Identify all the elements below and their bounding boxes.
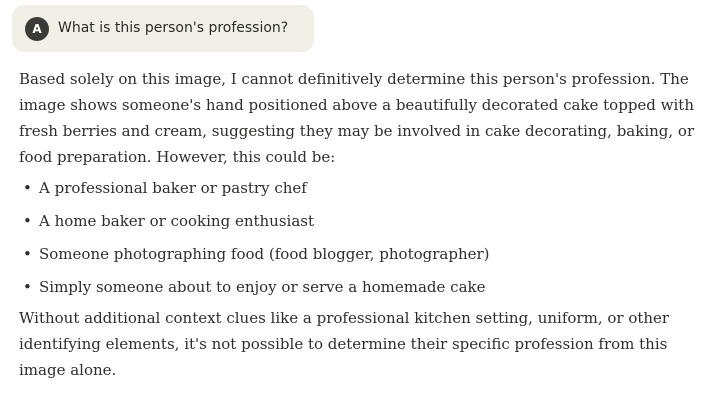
response-bullet-list: • A professional baker or pastry chef • … [19, 175, 703, 300]
list-item-text: A home baker or cooking enthusiast [39, 212, 315, 230]
list-item: • Someone photographing food (food blogg… [19, 241, 703, 267]
bullet-icon: • [23, 245, 32, 263]
user-message-text: What is this person's profession? [58, 20, 289, 36]
response-outro: Without additional context clues like a … [19, 309, 670, 379]
user-message-bubble: A What is this person's profession? [12, 5, 314, 52]
list-item: • Simply someone about to enjoy or serve… [19, 274, 703, 300]
list-item-text: Simply someone about to enjoy or serve a… [39, 278, 486, 296]
list-item: • A home baker or cooking enthusiast [19, 208, 703, 234]
bullet-icon: • [23, 179, 32, 197]
response-intro: Based solely on this image, I cannot def… [19, 70, 695, 166]
list-item-text: Someone photographing food (food blogger… [39, 245, 490, 263]
list-item-text: A professional baker or pastry chef [39, 179, 307, 197]
list-item: • A professional baker or pastry chef [19, 175, 703, 201]
avatar: A [25, 17, 49, 41]
assistant-response: Based solely on this image, I cannot def… [19, 66, 703, 383]
bullet-icon: • [23, 278, 32, 296]
bullet-icon: • [23, 212, 32, 230]
